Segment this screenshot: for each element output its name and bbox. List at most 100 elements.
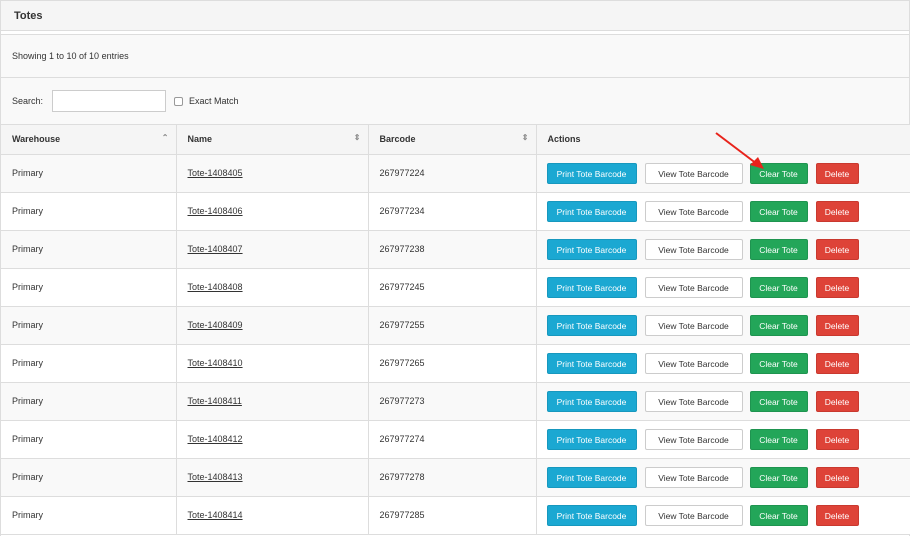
print-tote-barcode-button[interactable]: Print Tote Barcode bbox=[546, 466, 637, 488]
view-tote-barcode-button[interactable]: View Tote Barcode bbox=[644, 504, 743, 526]
barcode-cell: 267977238 bbox=[368, 230, 537, 269]
print-tote-barcode-button[interactable]: Print Tote Barcode bbox=[546, 428, 637, 450]
tote-name-link[interactable]: Tote-1408408 bbox=[188, 282, 243, 292]
clear-tote-button[interactable]: Clear Tote bbox=[749, 314, 808, 336]
table-row: Primary Tote-1408412 267977274 Print Tote B… bbox=[1, 420, 910, 459]
view-tote-barcode-button[interactable]: View Tote Barcode bbox=[644, 314, 743, 336]
sort-icon: ⇕ bbox=[353, 133, 361, 142]
print-tote-barcode-button[interactable]: Print Tote Barcode bbox=[546, 504, 637, 526]
print-tote-barcode-button[interactable]: Print Tote Barcode bbox=[546, 276, 637, 298]
delete-button[interactable]: Delete bbox=[815, 352, 859, 374]
panel-title: Totes bbox=[1, 0, 909, 31]
delete-button[interactable]: Delete bbox=[815, 238, 859, 260]
tote-name-link[interactable]: Tote-1408413 bbox=[188, 472, 243, 482]
column-header-label: Barcode bbox=[379, 134, 416, 145]
name-cell: Tote-1408410 bbox=[176, 344, 369, 383]
table-row: Primary Tote-1408409 267977255 Print Tote B… bbox=[1, 306, 910, 345]
exact-match-label: Exact Match bbox=[189, 96, 239, 106]
print-tote-barcode-button[interactable]: Print Tote Barcode bbox=[546, 162, 637, 184]
print-tote-barcode-button[interactable]: Print Tote Barcode bbox=[546, 390, 637, 412]
warehouse-cell: Primary bbox=[1, 230, 177, 269]
print-tote-barcode-button[interactable]: Print Tote Barcode bbox=[546, 200, 637, 222]
table-row: Primary Tote-1408407 267977238 Print Tote B… bbox=[1, 230, 910, 269]
clear-tote-button[interactable]: Clear Tote bbox=[749, 428, 808, 450]
view-tote-barcode-button[interactable]: View Tote Barcode bbox=[644, 238, 743, 260]
delete-button[interactable]: Delete bbox=[815, 162, 859, 184]
tote-name-link[interactable]: Tote-1408406 bbox=[188, 206, 243, 216]
warehouse-cell: Primary bbox=[1, 496, 177, 535]
entries-info: Showing 1 to 10 of 10 entries bbox=[1, 35, 909, 78]
view-tote-barcode-button[interactable]: View Tote Barcode bbox=[644, 428, 743, 450]
print-tote-barcode-button[interactable]: Print Tote Barcode bbox=[546, 352, 637, 374]
print-tote-barcode-button[interactable]: Print Tote Barcode bbox=[546, 314, 637, 336]
clear-tote-button[interactable]: Clear Tote bbox=[749, 162, 808, 184]
view-tote-barcode-button[interactable]: View Tote Barcode bbox=[644, 276, 743, 298]
clear-tote-button[interactable]: Clear Tote bbox=[749, 504, 808, 526]
view-tote-barcode-button[interactable]: View Tote Barcode bbox=[644, 352, 743, 374]
table-row: Primary Tote-1408408 267977245 Print Tote B… bbox=[1, 268, 910, 307]
barcode-cell: 267977224 bbox=[368, 154, 537, 193]
barcode-cell: 267977274 bbox=[368, 420, 537, 459]
delete-button[interactable]: Delete bbox=[815, 428, 859, 450]
tote-name-link[interactable]: Tote-1408412 bbox=[188, 434, 243, 444]
tote-name-link[interactable]: Tote-1408405 bbox=[188, 168, 243, 178]
tote-name-link[interactable]: Tote-1408407 bbox=[188, 244, 243, 254]
chevron-up-icon: ⌃ bbox=[161, 133, 169, 142]
clear-tote-button[interactable]: Clear Tote bbox=[749, 352, 808, 374]
column-header-barcode[interactable]: Barcode ⇕ bbox=[368, 125, 537, 155]
print-tote-barcode-button[interactable]: Print Tote Barcode bbox=[546, 238, 637, 260]
delete-button[interactable]: Delete bbox=[815, 314, 859, 336]
clear-tote-button[interactable]: Clear Tote bbox=[749, 276, 808, 298]
tote-name-link[interactable]: Tote-1408409 bbox=[188, 320, 243, 330]
tote-name-link[interactable]: Tote-1408410 bbox=[188, 358, 243, 368]
tote-name-link[interactable]: Tote-1408414 bbox=[188, 510, 243, 520]
barcode-cell: 267977265 bbox=[368, 344, 537, 383]
column-header-label: Warehouse bbox=[12, 134, 61, 145]
name-cell: Tote-1408407 bbox=[176, 230, 369, 269]
name-cell: Tote-1408405 bbox=[176, 154, 369, 193]
view-tote-barcode-button[interactable]: View Tote Barcode bbox=[644, 390, 743, 412]
actions-cell: Print Tote Barcode View Tote Barcode Clear… bbox=[536, 420, 910, 459]
delete-button[interactable]: Delete bbox=[815, 504, 859, 526]
search-label: Search: bbox=[12, 96, 44, 106]
clear-tote-button[interactable]: Clear Tote bbox=[749, 238, 808, 260]
delete-button[interactable]: Delete bbox=[815, 276, 859, 298]
column-header-actions: Actions bbox=[536, 125, 910, 155]
barcode-cell: 267977245 bbox=[368, 268, 537, 307]
clear-tote-button[interactable]: Clear Tote bbox=[749, 390, 808, 412]
clear-tote-button[interactable]: Clear Tote bbox=[749, 200, 808, 222]
warehouse-cell: Primary bbox=[1, 268, 177, 307]
totes-panel: Totes Showing 1 to 10 of 10 entries Sear… bbox=[0, 0, 910, 536]
name-cell: Tote-1408411 bbox=[176, 382, 369, 421]
name-cell: Tote-1408414 bbox=[176, 496, 369, 535]
name-cell: Tote-1408406 bbox=[176, 192, 369, 231]
delete-button[interactable]: Delete bbox=[815, 390, 859, 412]
column-header-label: Name bbox=[187, 134, 213, 145]
actions-cell: Print Tote Barcode View Tote Barcode Clear… bbox=[536, 496, 910, 535]
table-header-row: Warehouse ⌃ Name ⇕ Barcode ⇕ Actions bbox=[1, 125, 910, 155]
warehouse-cell: Primary bbox=[1, 192, 177, 231]
barcode-cell: 267977234 bbox=[368, 192, 537, 231]
barcode-cell: 267977285 bbox=[368, 496, 537, 535]
warehouse-cell: Primary bbox=[1, 458, 177, 497]
exact-match-checkbox[interactable] bbox=[174, 96, 184, 106]
table-row: Primary Tote-1408406 267977234 Print Tote B… bbox=[1, 192, 910, 231]
search-input[interactable] bbox=[52, 90, 167, 112]
warehouse-cell: Primary bbox=[1, 344, 177, 383]
table-row: Primary Tote-1408410 267977265 Print Tote B… bbox=[1, 344, 910, 383]
delete-button[interactable]: Delete bbox=[815, 466, 859, 488]
actions-cell: Print Tote Barcode View Tote Barcode Clear… bbox=[536, 306, 910, 345]
clear-tote-button[interactable]: Clear Tote bbox=[749, 466, 808, 488]
column-header-label: Actions bbox=[547, 134, 581, 145]
view-tote-barcode-button[interactable]: View Tote Barcode bbox=[644, 200, 743, 222]
view-tote-barcode-button[interactable]: View Tote Barcode bbox=[644, 162, 743, 184]
delete-button[interactable]: Delete bbox=[815, 200, 859, 222]
name-cell: Tote-1408409 bbox=[176, 306, 369, 345]
barcode-cell: 267977273 bbox=[368, 382, 537, 421]
tote-name-link[interactable]: Tote-1408411 bbox=[188, 396, 242, 406]
table-row: Primary Tote-1408413 267977278 Print Tote B… bbox=[1, 458, 910, 497]
view-tote-barcode-button[interactable]: View Tote Barcode bbox=[644, 466, 743, 488]
column-header-warehouse[interactable]: Warehouse ⌃ bbox=[1, 125, 177, 155]
warehouse-cell: Primary bbox=[1, 306, 177, 345]
column-header-name[interactable]: Name ⇕ bbox=[176, 125, 369, 155]
